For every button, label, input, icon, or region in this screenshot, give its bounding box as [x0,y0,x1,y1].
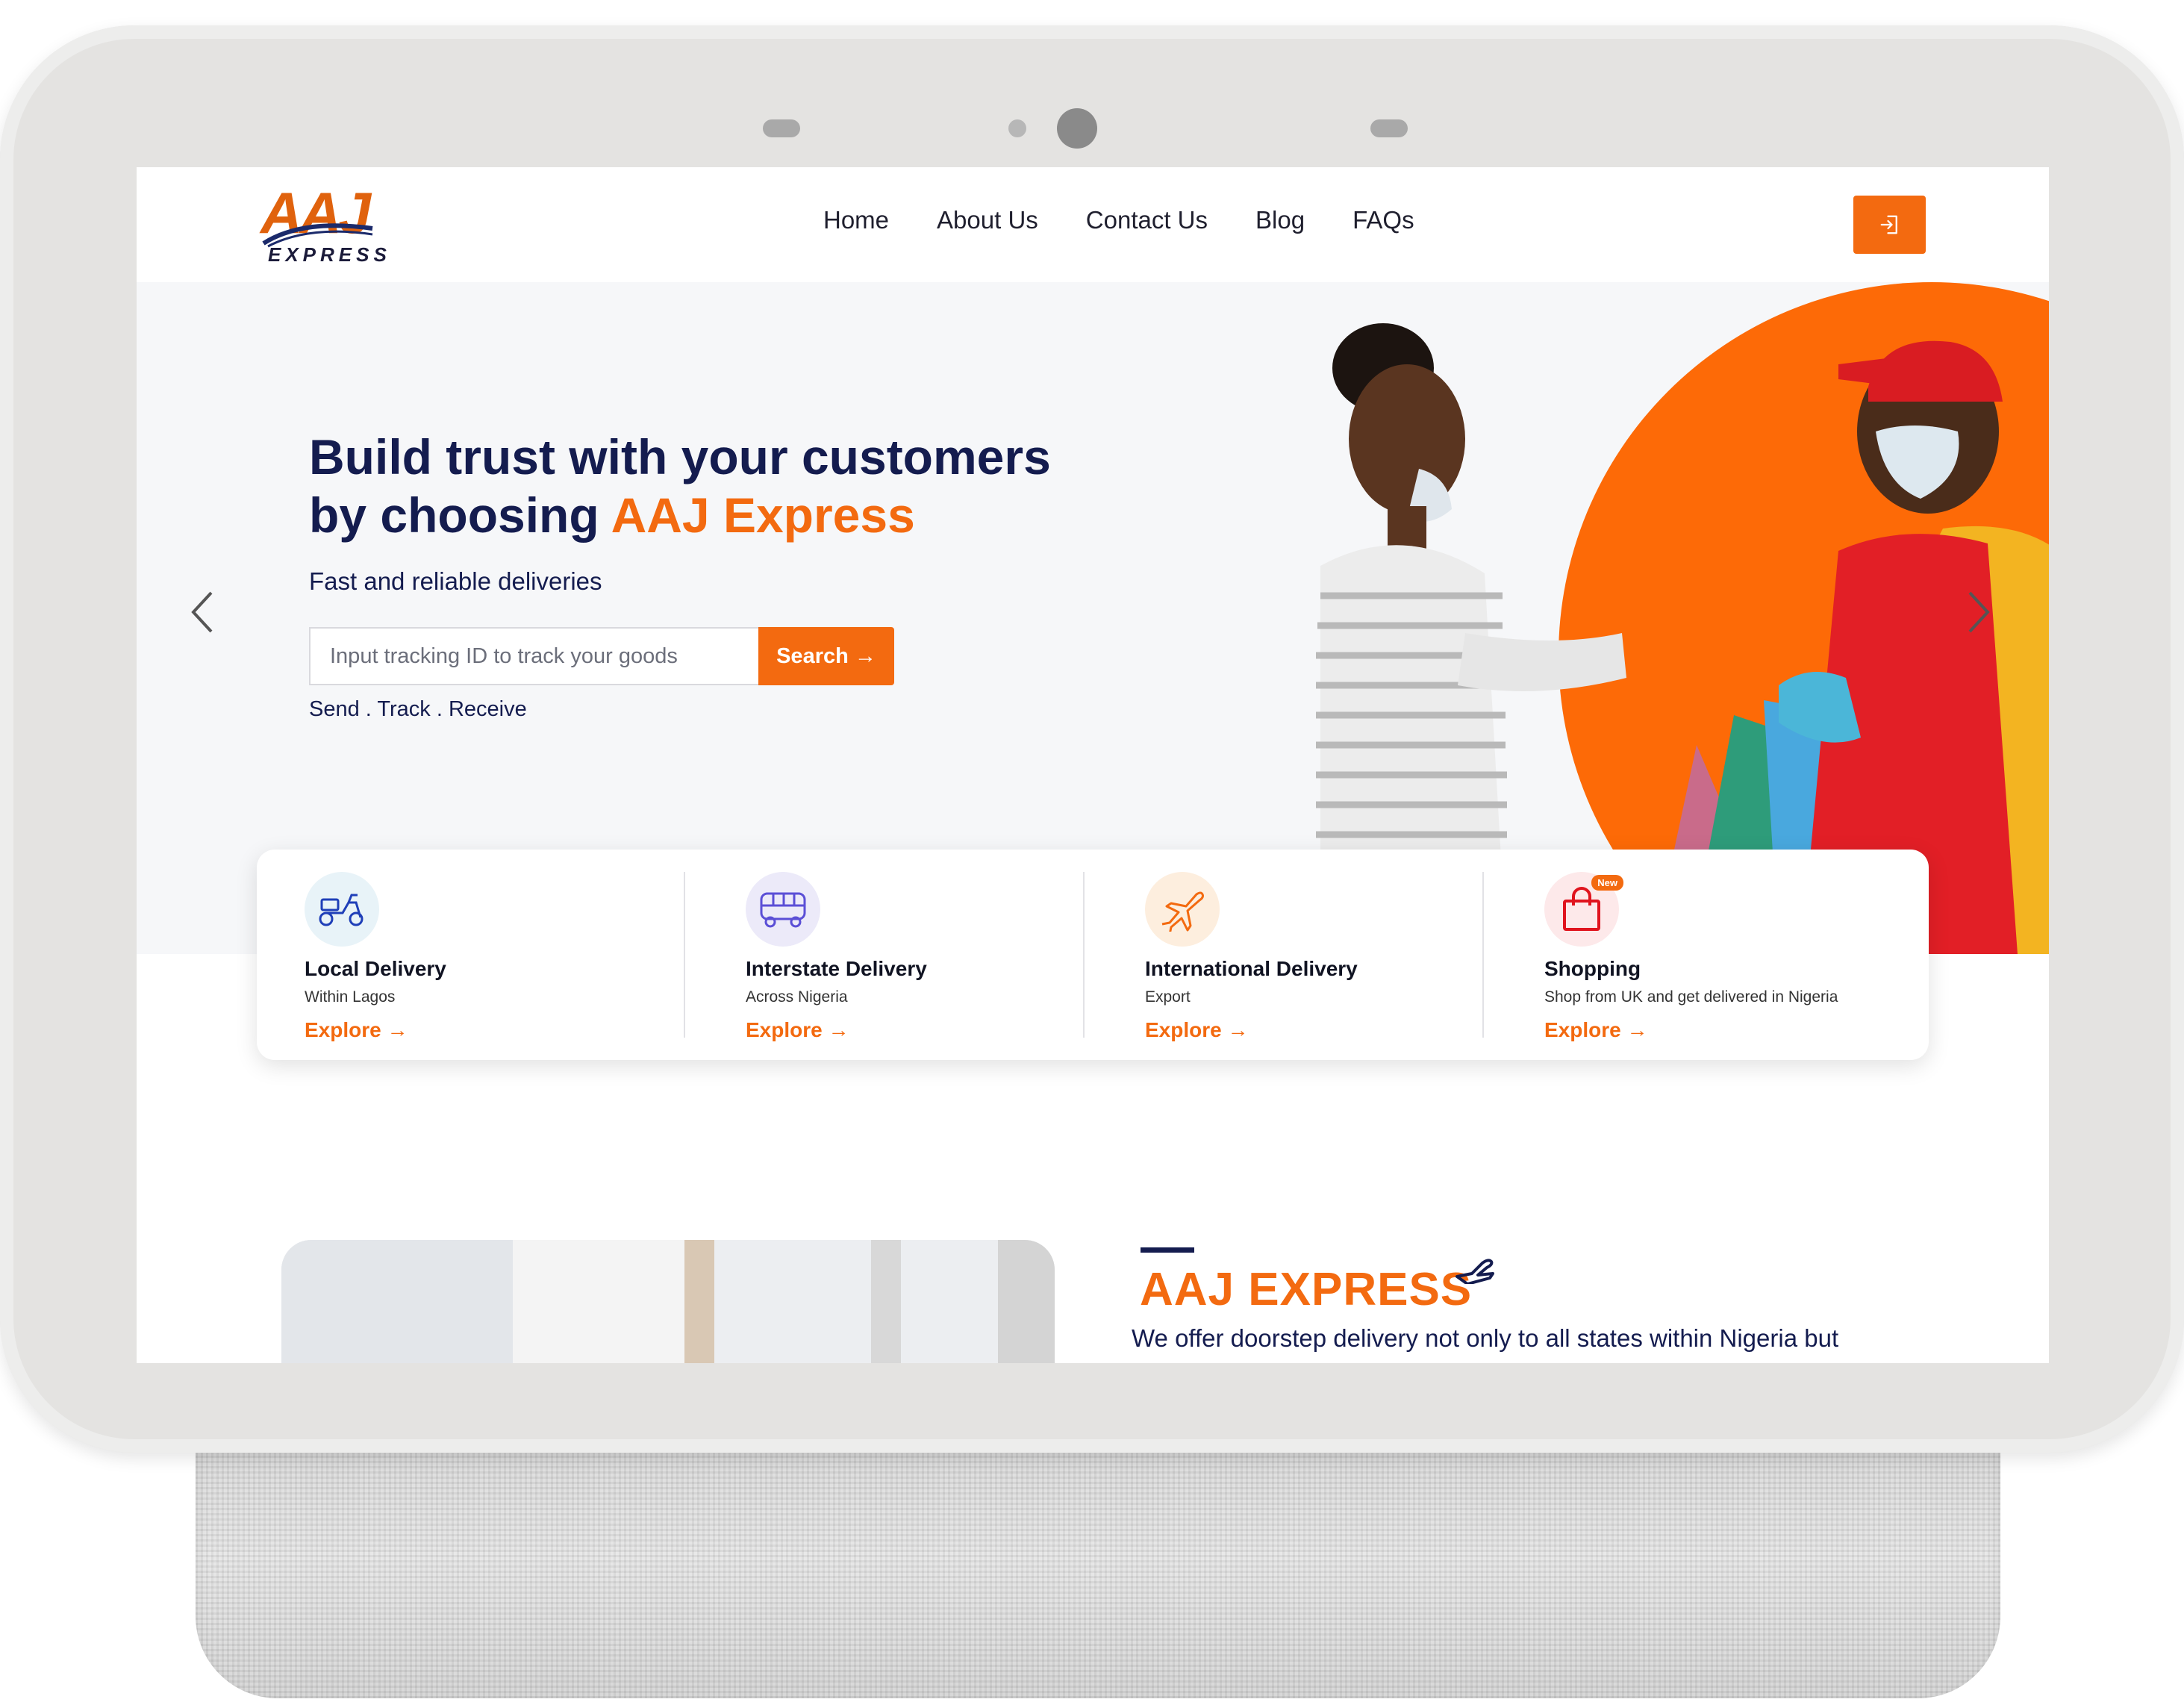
service-shopping[interactable]: New Shopping Shop from UK and get delive… [1482,850,1929,1060]
chevron-left-icon[interactable] [187,590,217,635]
hero-title-line1: Build trust with your customers [309,429,1051,484]
hero-title: Build trust with your customers by choos… [309,428,1130,544]
device-frame: AAJ EXPRESS Home About Us Contact Us Blo… [0,25,2184,1453]
services-card: Local Delivery Within Lagos Explore → In… [257,850,1929,1060]
hero-tagline: Send . Track . Receive [309,697,527,721]
office-photo [281,1240,1055,1363]
sensor-left [763,119,800,137]
service-international-delivery[interactable]: International Delivery Export Explore → [1083,850,1482,1060]
about-accent-bar [1141,1247,1194,1253]
main-nav: Home About Us Contact Us Blog FAQs [823,206,1414,234]
sensor-right [1370,119,1408,137]
sensor-dot [1008,119,1026,137]
shopping-bag-icon: New [1544,872,1623,947]
service-title: Shopping [1544,957,1641,980]
nav-home[interactable]: Home [823,206,889,234]
scooter-icon [305,872,379,947]
tracking-id-input[interactable] [309,627,758,685]
chevron-right-icon[interactable] [1964,590,1994,635]
sign-in-icon [1880,215,1897,234]
nav-faqs[interactable]: FAQs [1352,206,1414,234]
camera-lens [1057,108,1097,149]
nav-about[interactable]: About Us [937,206,1038,234]
bus-icon [746,872,820,947]
service-title: International Delivery [1145,957,1358,980]
logo-wordmark: EXPRESS [268,243,391,266]
top-navbar: AAJ EXPRESS Home About Us Contact Us Blo… [137,167,2049,282]
service-title: Interstate Delivery [746,957,927,980]
explore-link[interactable]: Explore → [305,1018,408,1042]
airplane-icon [1145,872,1220,947]
explore-link[interactable]: Explore → [1145,1018,1248,1042]
hero-title-accent: AAJ Express [611,487,915,543]
service-desc: Across Nigeria [746,988,848,1006]
explore-link[interactable]: Explore → [1544,1018,1647,1042]
device-screen: AAJ EXPRESS Home About Us Contact Us Blo… [137,167,2049,1363]
new-badge: New [1591,875,1623,891]
brand-logo[interactable]: AAJ EXPRESS [260,184,387,266]
plane-icon [1456,1259,1494,1284]
service-desc: Export [1145,988,1191,1006]
explore-link[interactable]: Explore → [746,1018,849,1042]
about-image [281,1240,1055,1363]
service-title: Local Delivery [305,957,446,980]
service-interstate-delivery[interactable]: Interstate Delivery Across Nigeria Explo… [684,850,1083,1060]
device-stand [196,1441,2000,1698]
about-title: AAJ EXPRESS [1140,1264,1473,1315]
login-button[interactable] [1853,196,1926,254]
nav-blog[interactable]: Blog [1255,206,1305,234]
tracking-search: Search → [309,627,894,685]
hero-subtitle: Fast and reliable deliveries [309,567,602,595]
search-button[interactable]: Search → [758,627,894,685]
service-desc: Shop from UK and get delivered in Nigeri… [1544,988,1838,1006]
about-text: We offer doorstep delivery not only to a… [1132,1324,1839,1352]
service-local-delivery[interactable]: Local Delivery Within Lagos Explore → [257,850,684,1060]
nav-contact[interactable]: Contact Us [1086,206,1208,234]
service-desc: Within Lagos [305,988,396,1006]
hero-title-line2: by choosing [309,487,611,543]
